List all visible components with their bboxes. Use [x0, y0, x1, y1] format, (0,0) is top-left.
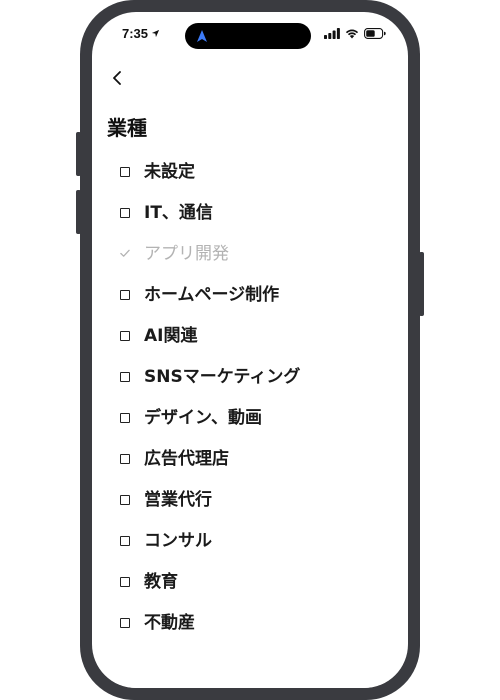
industry-option-label: 教育 — [144, 571, 178, 592]
status-bar: 7:35 — [92, 12, 408, 58]
industry-option[interactable]: 営業代行 — [120, 479, 390, 520]
battery-icon — [364, 28, 386, 39]
chevron-left-icon — [113, 71, 121, 85]
industry-option-label: デザイン、動画 — [144, 407, 262, 428]
industry-option[interactable]: デザイン、動画 — [120, 397, 390, 438]
location-arrow-icon — [151, 29, 160, 38]
industry-option-label: ホームページ制作 — [144, 284, 280, 305]
industry-option[interactable]: コンサル — [120, 520, 390, 561]
industry-option-label: AI関連 — [144, 325, 198, 346]
status-icons — [324, 28, 386, 39]
checkbox-icon[interactable] — [120, 453, 130, 464]
industry-option-label: SNSマーケティング — [144, 366, 301, 387]
status-time-text: 7:35 — [122, 26, 149, 41]
industry-option-label: IT、通信 — [144, 202, 213, 223]
industry-option[interactable]: SNSマーケティング — [120, 356, 390, 397]
industry-option-label: 営業代行 — [144, 489, 212, 510]
industry-option-label: 不動産 — [144, 612, 195, 633]
back-button[interactable] — [106, 67, 128, 89]
checkbox-icon[interactable] — [120, 535, 130, 546]
navigation-arrow-icon — [197, 30, 207, 42]
industry-option[interactable]: IT、通信 — [120, 192, 390, 233]
scroll-fade — [92, 648, 408, 688]
checkbox-icon[interactable] — [120, 576, 130, 587]
industry-option[interactable]: アプリ開発 — [120, 233, 390, 274]
industry-option-label: コンサル — [144, 530, 212, 551]
checkmark-icon — [120, 249, 130, 259]
dynamic-island — [185, 23, 311, 49]
checkbox-icon[interactable] — [120, 166, 130, 177]
industry-option-label: アプリ開発 — [144, 243, 229, 264]
phone-screen: 7:35 業種 未設定 IT、通信 アプリ開発 ホームページ制作 AI関連 SN… — [92, 12, 408, 688]
cellular-signal-icon — [324, 28, 340, 39]
checkbox-icon[interactable] — [120, 617, 130, 628]
checkbox-icon[interactable] — [120, 289, 130, 300]
industry-option-label: 広告代理店 — [144, 448, 229, 469]
industry-option[interactable]: 不動産 — [120, 602, 390, 643]
section-title: 業種 — [107, 116, 147, 140]
checkbox-icon[interactable] — [120, 207, 130, 218]
industry-option[interactable]: 広告代理店 — [120, 438, 390, 479]
industry-option-label: 未設定 — [144, 161, 195, 182]
checkbox-icon[interactable] — [120, 494, 130, 505]
industry-option[interactable]: 教育 — [120, 561, 390, 602]
industry-list: 未設定 IT、通信アプリ開発ホームページ制作 AI関連 SNSマーケティング デザイン、… — [120, 151, 390, 643]
status-time: 7:35 — [122, 26, 160, 41]
checkbox-icon[interactable] — [120, 371, 130, 382]
industry-option[interactable]: AI関連 — [120, 315, 390, 356]
checkbox-icon[interactable] — [120, 330, 130, 341]
industry-option[interactable]: 未設定 — [120, 151, 390, 192]
wifi-icon — [345, 29, 359, 39]
checkbox-icon[interactable] — [120, 412, 130, 423]
industry-option[interactable]: ホームページ制作 — [120, 274, 390, 315]
